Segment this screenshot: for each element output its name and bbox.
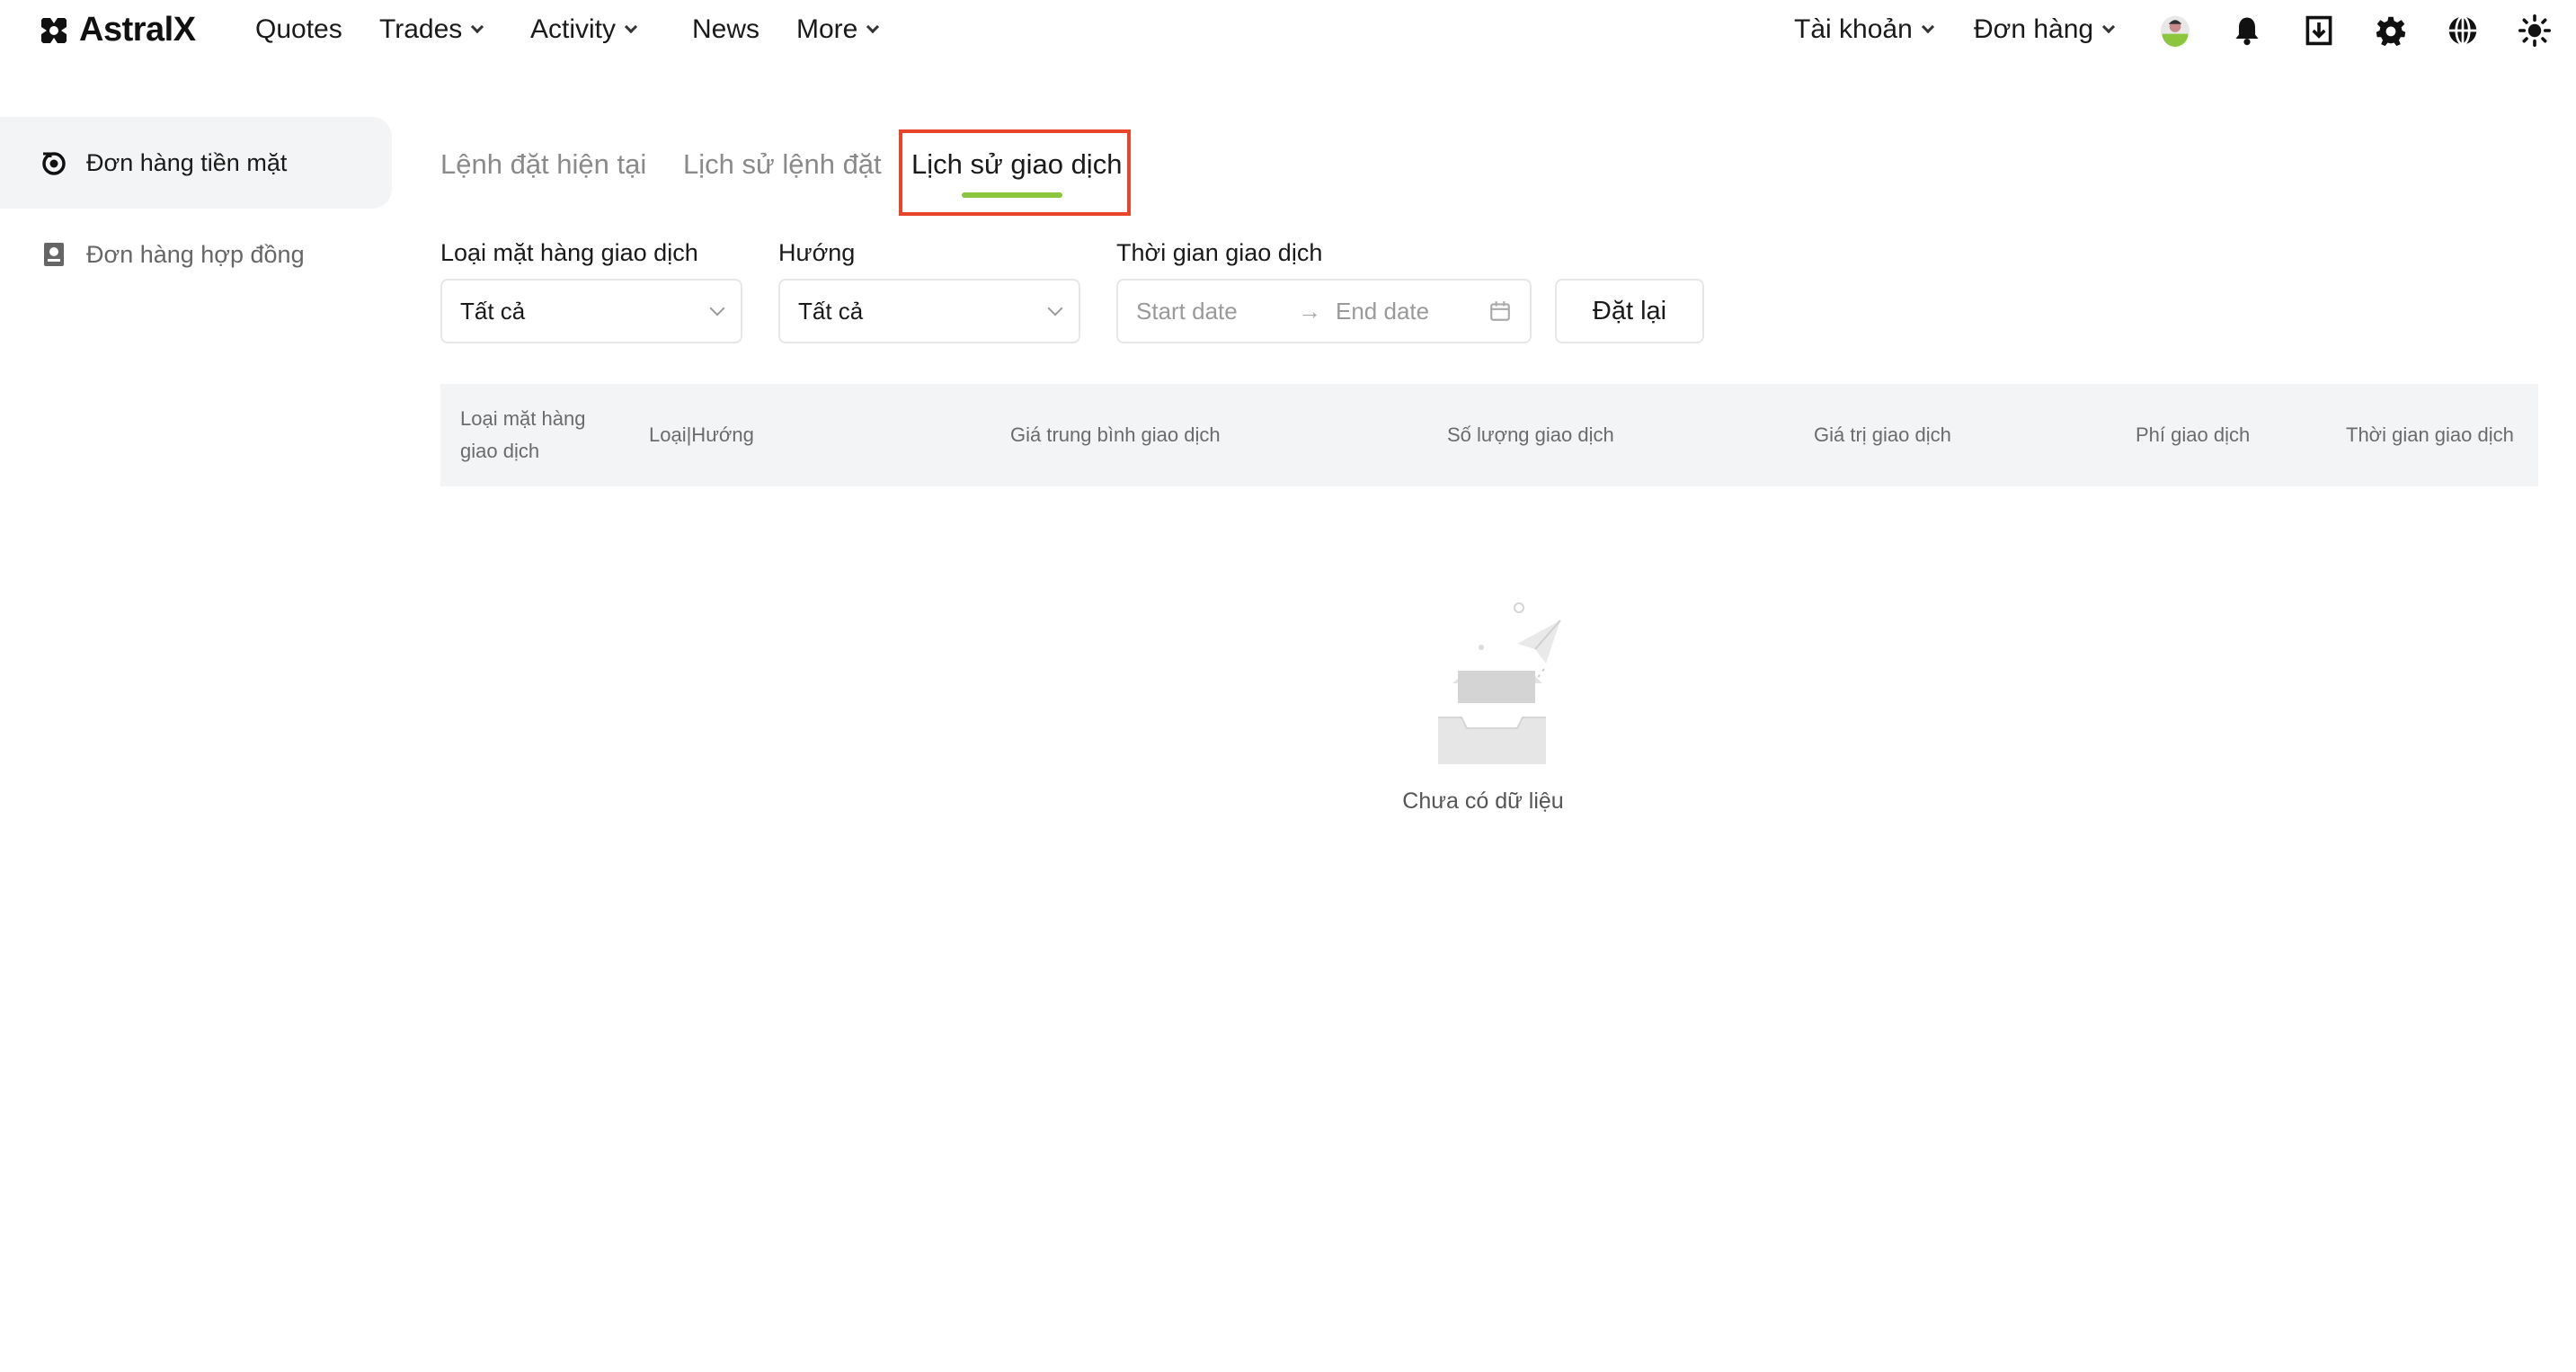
end-date-input[interactable]: End date — [1336, 298, 1488, 325]
column-header-quantity: Số lượng giao dịch — [1447, 423, 1614, 446]
filter-direction-label: Hướng — [778, 239, 856, 266]
sidebar: Đơn hàng tiền mặt Đơn hàng hợp đồng — [0, 117, 392, 300]
calendar-icon — [1490, 301, 1510, 321]
chevron-down-icon — [624, 20, 638, 34]
nav-news-label: News — [692, 14, 760, 44]
download-icon — [2305, 15, 2332, 46]
language-button[interactable] — [2445, 13, 2481, 49]
settings-button[interactable] — [2373, 13, 2409, 49]
chevron-down-icon — [1047, 300, 1063, 316]
brand-name: AstralX — [79, 11, 196, 49]
nav-activity[interactable]: Activity — [530, 14, 638, 45]
nav-trades[interactable]: Trades — [379, 14, 484, 45]
avatar[interactable] — [2157, 13, 2193, 49]
nav-account[interactable]: Tài khoản — [1794, 14, 1934, 45]
brand-logo[interactable]: AstralX — [36, 11, 196, 49]
column-header-avg-price: Giá trung bình giao dịch — [1010, 423, 1221, 446]
column-header-type-direction: Loại|Hướng — [649, 423, 754, 446]
nav-quotes[interactable]: Quotes — [255, 14, 342, 45]
active-tab-underline — [962, 192, 1062, 198]
sidebar-item-spot-orders[interactable]: Đơn hàng tiền mặt — [0, 117, 392, 209]
column-header-time: Thời gian giao dịch — [2346, 423, 2514, 446]
chevron-down-icon — [709, 300, 725, 316]
sidebar-item-label: Đơn hàng hợp đồng — [86, 240, 305, 268]
filter-type-value: Tất cả — [460, 297, 526, 325]
column-header-value: Giá trị giao dịch — [1814, 423, 1951, 446]
tab-highlight-box — [899, 129, 1131, 216]
chevron-down-icon — [1921, 20, 1934, 34]
reset-button[interactable]: Đặt lại — [1555, 279, 1704, 343]
theme-icon — [2518, 14, 2551, 47]
top-navigation: AstralX Quotes Trades Activity News More… — [0, 0, 2576, 63]
nav-orders[interactable]: Đơn hàng — [1974, 14, 2116, 45]
chevron-down-icon — [471, 20, 484, 34]
download-button[interactable] — [2301, 13, 2337, 49]
empty-state: Chưa có dữ liệu — [1366, 593, 1600, 815]
filter-direction-select[interactable]: Tất cả — [778, 279, 1080, 343]
table-header: Loại mặt hàng giao dịch Loại|Hướng Giá t… — [440, 384, 2538, 486]
notifications-button[interactable] — [2229, 13, 2265, 49]
contract-orders-icon — [44, 243, 64, 266]
avatar-icon — [2160, 15, 2190, 47]
date-range-picker[interactable]: Start date → End date — [1116, 279, 1532, 343]
filter-type-label: Loại mặt hàng giao dịch — [440, 239, 698, 266]
nav-orders-label: Đơn hàng — [1974, 14, 2094, 44]
filter-time-label: Thời gian giao dịch — [1116, 239, 1323, 266]
column-header-item-type: Loại mặt hàng giao dịch — [460, 407, 586, 462]
theme-toggle-button[interactable] — [2517, 13, 2553, 49]
filter-direction-value: Tất cả — [798, 297, 864, 325]
nav-activity-label: Activity — [530, 14, 617, 44]
sidebar-item-label: Đơn hàng tiền mặt — [86, 148, 288, 176]
chevron-down-icon — [866, 20, 880, 34]
column-header-fee: Phí giao dịch — [2136, 423, 2251, 446]
gear-icon — [2376, 16, 2406, 47]
chevron-down-icon — [2102, 20, 2116, 34]
spot-orders-icon — [42, 152, 66, 175]
tab-label: Lịch sử lệnh đặt — [683, 148, 882, 180]
tab-label: Lệnh đặt hiện tại — [440, 148, 647, 180]
nav-account-label: Tài khoản — [1794, 14, 1913, 44]
empty-inbox-icon — [1438, 602, 1561, 764]
filter-type-select[interactable]: Tất cả — [440, 279, 742, 343]
nav-more[interactable]: More — [796, 14, 880, 45]
nav-news[interactable]: News — [692, 14, 759, 45]
astralx-logo-icon — [41, 17, 67, 43]
globe-icon — [2448, 15, 2477, 46]
arrow-right-icon: → — [1298, 297, 1321, 325]
bell-icon — [2235, 17, 2259, 46]
sidebar-item-contract-orders[interactable]: Đơn hàng hợp đồng — [0, 209, 392, 300]
tab-current-orders[interactable]: Lệnh đặt hiện tại — [440, 148, 646, 181]
nav-trades-label: Trades — [379, 14, 463, 44]
start-date-input[interactable]: Start date — [1136, 298, 1298, 325]
tab-order-history[interactable]: Lịch sử lệnh đặt — [683, 148, 882, 181]
nav-more-label: More — [796, 14, 858, 44]
nav-quotes-label: Quotes — [255, 14, 342, 44]
empty-state-text: Chưa có dữ liệu — [1402, 788, 1564, 814]
